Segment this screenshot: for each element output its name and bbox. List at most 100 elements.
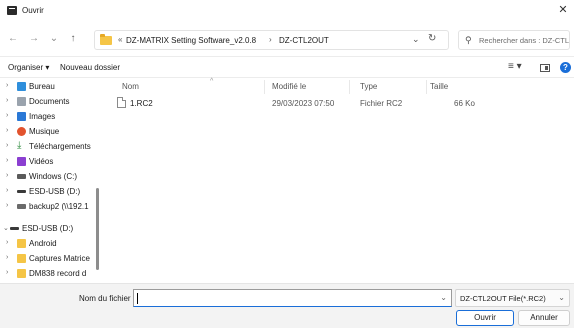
column-divider[interactable]: [426, 80, 427, 94]
preview-pane-icon[interactable]: [540, 64, 550, 72]
images-icon: [17, 112, 26, 121]
search-icon: ⚲: [465, 35, 472, 45]
chevron-right-icon[interactable]: ›: [6, 157, 8, 164]
sidebar-item-label: Documents: [29, 97, 70, 106]
music-icon: [17, 127, 26, 136]
network-drive-icon: [17, 204, 26, 209]
refresh-icon[interactable]: ↻: [428, 33, 436, 44]
command-toolbar: Organiser ▾ Nouveau dossier ≡ ▾ ?: [0, 56, 574, 78]
chevron-down-icon[interactable]: ⌄: [440, 293, 447, 302]
sidebar-item-telechargements[interactable]: › ⤓ Téléchargements: [0, 140, 104, 154]
sidebar-item-backup2[interactable]: › backup2 (\\192.1: [0, 200, 104, 214]
folder-icon: [17, 269, 26, 278]
drive-icon: [17, 174, 26, 179]
navigation-pane: › Bureau › Documents › Images › Musique …: [0, 78, 104, 283]
file-size: 66 Ko: [454, 99, 475, 108]
file-list: ^ Nom Modifié le Type Taille 1.RC2 29/03…: [104, 78, 574, 283]
filename-input[interactable]: [137, 292, 427, 305]
chevron-right-icon[interactable]: ›: [6, 202, 8, 209]
title-bar: Ouvrir ✕: [0, 0, 574, 22]
navigation-bar: ← → ⌄ ↑ « DZ-MATRIX Setting Software_v2.…: [0, 22, 574, 56]
column-header-size[interactable]: Taille: [430, 82, 448, 91]
sidebar-item-documents[interactable]: › Documents: [0, 95, 104, 109]
address-bar[interactable]: « DZ-MATRIX Setting Software_v2.0.8 › DZ…: [94, 30, 449, 50]
column-header-type[interactable]: Type: [360, 82, 377, 91]
breadcrumb-item-current[interactable]: DZ-CTL2OUT: [279, 36, 329, 45]
search-placeholder: Rechercher dans : DZ-CTL2O...: [479, 36, 569, 45]
text-caret: [137, 293, 138, 304]
sidebar-item-label: Android: [29, 239, 57, 248]
chevron-right-icon[interactable]: ›: [6, 112, 8, 119]
column-header-name[interactable]: Nom: [122, 82, 139, 91]
sidebar-item-images[interactable]: › Images: [0, 110, 104, 124]
search-box[interactable]: ⚲ Rechercher dans : DZ-CTL2O...: [458, 30, 570, 50]
file-type: Fichier RC2: [360, 99, 403, 108]
file-modified: 29/03/2023 07:50: [272, 99, 335, 108]
chevron-right-icon[interactable]: ›: [6, 82, 8, 89]
videos-icon: [17, 157, 26, 166]
sidebar-item-musique[interactable]: › Musique: [0, 125, 104, 139]
chevron-right-icon[interactable]: ›: [6, 254, 8, 261]
sidebar-item-label: backup2 (\\192.1: [29, 202, 89, 211]
breadcrumb-item[interactable]: DZ-MATRIX Setting Software_v2.0.8: [126, 36, 256, 45]
sidebar-item-videos[interactable]: › Vidéos: [0, 155, 104, 169]
table-row[interactable]: 1.RC2 29/03/2023 07:50 Fichier RC2 66 Ko: [104, 94, 574, 112]
sidebar-scrollbar[interactable]: [96, 188, 99, 270]
chevron-right-icon[interactable]: ›: [6, 127, 8, 134]
sidebar-item-dm838[interactable]: › DM838 record d: [0, 267, 104, 281]
sidebar-item-esd-usb-root[interactable]: ⌄ ESD-USB (D:): [0, 222, 104, 236]
chevron-down-icon[interactable]: ⌄: [3, 224, 9, 232]
forward-arrow-icon[interactable]: →: [27, 32, 41, 46]
column-divider[interactable]: [264, 80, 265, 94]
file-name: 1.RC2: [130, 99, 153, 108]
column-header-modified[interactable]: Modifié le: [272, 82, 306, 91]
folder-icon: [100, 34, 112, 45]
chevron-right-icon[interactable]: ›: [6, 239, 8, 246]
folder-icon: [17, 254, 26, 263]
folder-icon: [17, 239, 26, 248]
chevron-right-icon[interactable]: ›: [6, 187, 8, 194]
sidebar-item-label: Téléchargements: [29, 142, 91, 151]
sidebar-item-captures-matrice[interactable]: › Captures Matrice: [0, 252, 104, 266]
chevron-right-icon[interactable]: ›: [6, 172, 8, 179]
breadcrumb-separator[interactable]: ›: [269, 35, 272, 44]
sidebar-item-label: Captures Matrice: [29, 254, 90, 263]
view-options-icon[interactable]: ≡ ▾: [508, 61, 522, 72]
sidebar-item-label: Windows (C:): [29, 172, 78, 181]
filetype-select[interactable]: DZ-CTL2OUT File(*.RC2) ⌄: [455, 289, 570, 307]
cancel-button[interactable]: Annuler: [518, 310, 570, 326]
sidebar-item-label: Musique: [29, 127, 60, 136]
chevron-down-icon[interactable]: ⌄: [558, 293, 565, 302]
sidebar-item-label: Images: [29, 112, 56, 121]
back-arrow-icon[interactable]: ←: [6, 32, 20, 46]
usb-drive-icon: [10, 227, 19, 230]
sidebar-item-android[interactable]: › Android: [0, 237, 104, 251]
help-icon[interactable]: ?: [560, 62, 571, 73]
window-title: Ouvrir: [22, 6, 44, 15]
file-icon: [117, 97, 126, 108]
sort-indicator-icon: ^: [210, 78, 214, 85]
up-arrow-icon[interactable]: ↑: [66, 32, 80, 46]
sidebar-item-label: Vidéos: [29, 157, 54, 166]
breadcrumb-overflow[interactable]: «: [118, 35, 122, 44]
chevron-right-icon[interactable]: ›: [6, 97, 8, 104]
sidebar-item-label: DM838 record d: [29, 269, 87, 278]
chevron-right-icon[interactable]: ›: [6, 269, 8, 276]
filename-field[interactable]: ⌄: [133, 289, 452, 307]
recent-locations-chevron-icon[interactable]: ⌄: [47, 32, 61, 46]
address-dropdown-chevron-icon[interactable]: ⌄: [412, 34, 420, 45]
column-divider[interactable]: [349, 80, 350, 94]
filename-label: Nom du fichier :: [79, 294, 136, 303]
sidebar-item-bureau[interactable]: › Bureau: [0, 80, 104, 94]
new-folder-button[interactable]: Nouveau dossier: [60, 63, 120, 72]
filetype-value: DZ-CTL2OUT File(*.RC2): [460, 294, 546, 303]
sidebar-item-windows-c[interactable]: › Windows (C:): [0, 170, 104, 184]
sidebar-item-esd-usb[interactable]: › ESD-USB (D:): [0, 185, 104, 199]
close-icon[interactable]: ✕: [556, 3, 570, 17]
open-button[interactable]: Ouvrir: [456, 310, 514, 326]
sidebar-item-label: ESD-USB (D:): [29, 187, 81, 196]
organize-button[interactable]: Organiser ▾: [8, 63, 49, 72]
chevron-right-icon[interactable]: ›: [6, 142, 8, 149]
sidebar-item-label: ESD-USB (D:): [22, 224, 74, 233]
dialog-footer: Nom du fichier : ⌄ DZ-CTL2OUT File(*.RC2…: [0, 283, 574, 328]
